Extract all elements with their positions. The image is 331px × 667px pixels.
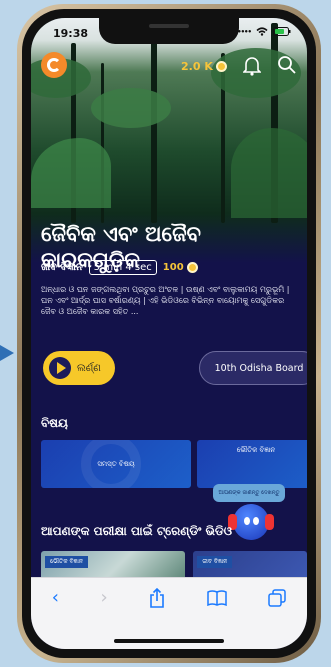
thumb-tag: ଭୌତିକ ବିଜ୍ଞାନ [45,556,88,568]
app-screen: 19:38 •••• 2.0 K ଜୈବିକ ଏବଂ ଅଜୈବ କାରକଗୁଡ଼… [31,18,307,649]
topic-card-all[interactable]: ସମସ୍ତ ବିଷୟ [41,440,191,488]
battery-icon [273,27,291,36]
search-icon[interactable] [277,55,297,75]
board-button[interactable]: 10th Odisha Board [199,351,307,385]
trending-heading: ଆପଣଙ୍କ ପରୀକ୍ଷା ପାଇଁ ଟ୍ରେଣ୍ଡିଂ ଭିଡିଓ [41,524,233,538]
assistant-bot-icon[interactable] [227,502,275,544]
chevron-right-icon[interactable]: › [100,588,107,608]
bell-icon[interactable] [243,56,261,76]
play-icon [49,357,71,379]
app-logo[interactable] [41,52,67,78]
coin-balance[interactable]: 2.0 K [181,60,227,73]
coin-icon [186,262,198,273]
home-indicator [114,639,224,643]
topic-card-label: ଭୌତିକ ବିଜ୍ଞାନ [236,446,276,454]
video-meta: ଜୀବ ବିଜ୍ଞାନ 5 min 4 sec 100 [41,260,198,275]
topic-cards: ସମସ୍ତ ବିଷୟ ଭୌତିକ ବିଜ୍ଞାନ [41,440,307,488]
topic-card-physics[interactable]: ଭୌତିକ ବିଜ୍ଞାନ [197,440,307,488]
learn-label: ଲର୍ଣ୍ଣ [77,362,101,374]
safari-nav-buttons: ‹ › [31,588,307,608]
status-icons: •••• [237,27,291,36]
phone-frame: 19:38 •••• 2.0 K ଜୈବିକ ଏବଂ ଅଜୈବ କାରକଗୁଡ଼… [17,4,321,663]
safari-toolbar: ‹ › [31,577,307,649]
phone-bezel: 19:38 •••• 2.0 K ଜୈବିକ ଏବଂ ଅଜୈବ କାରକଗୁଡ଼… [22,9,316,658]
thumb-tag: ଜୀବ ବିଜ୍ଞାନ [197,556,233,568]
book-icon[interactable] [206,590,227,606]
pointer-arrow-icon [0,345,14,361]
coin-count: 2.0 K [181,60,213,73]
status-bar: 19:38 •••• [31,18,307,48]
signal-icon: •••• [237,27,252,36]
app-header: 2.0 K [31,52,307,82]
share-icon[interactable] [149,588,165,608]
points-value: 100 [162,262,184,273]
video-description: ଅନ୍ଧାର ଓ ଘନ ଜଙ୍ଗଲଥିବା ପ୍ରଚୁର ଅଂଚଳ | ଉଷ୍ଣ… [41,285,290,316]
tabs-icon[interactable] [268,589,286,607]
points-badge: 100 [163,262,198,273]
topics-heading: ବିଷୟ [41,416,68,430]
duration-badge: 5 min 4 sec [88,260,157,275]
coin-icon [215,61,227,72]
chevron-left-icon[interactable]: ‹ [52,588,59,608]
status-time: 19:38 [53,27,89,40]
learn-button[interactable]: ଲର୍ଣ୍ଣ [43,351,115,385]
wifi-icon [256,27,268,36]
subject-label: ଜୀବ ବିଜ୍ଞାନ [41,262,83,273]
assistant-bubble[interactable]: ଆପଣଙ୍କ ଜାଣନ୍ତୁ ଦେଖନ୍ତୁ [213,484,285,502]
